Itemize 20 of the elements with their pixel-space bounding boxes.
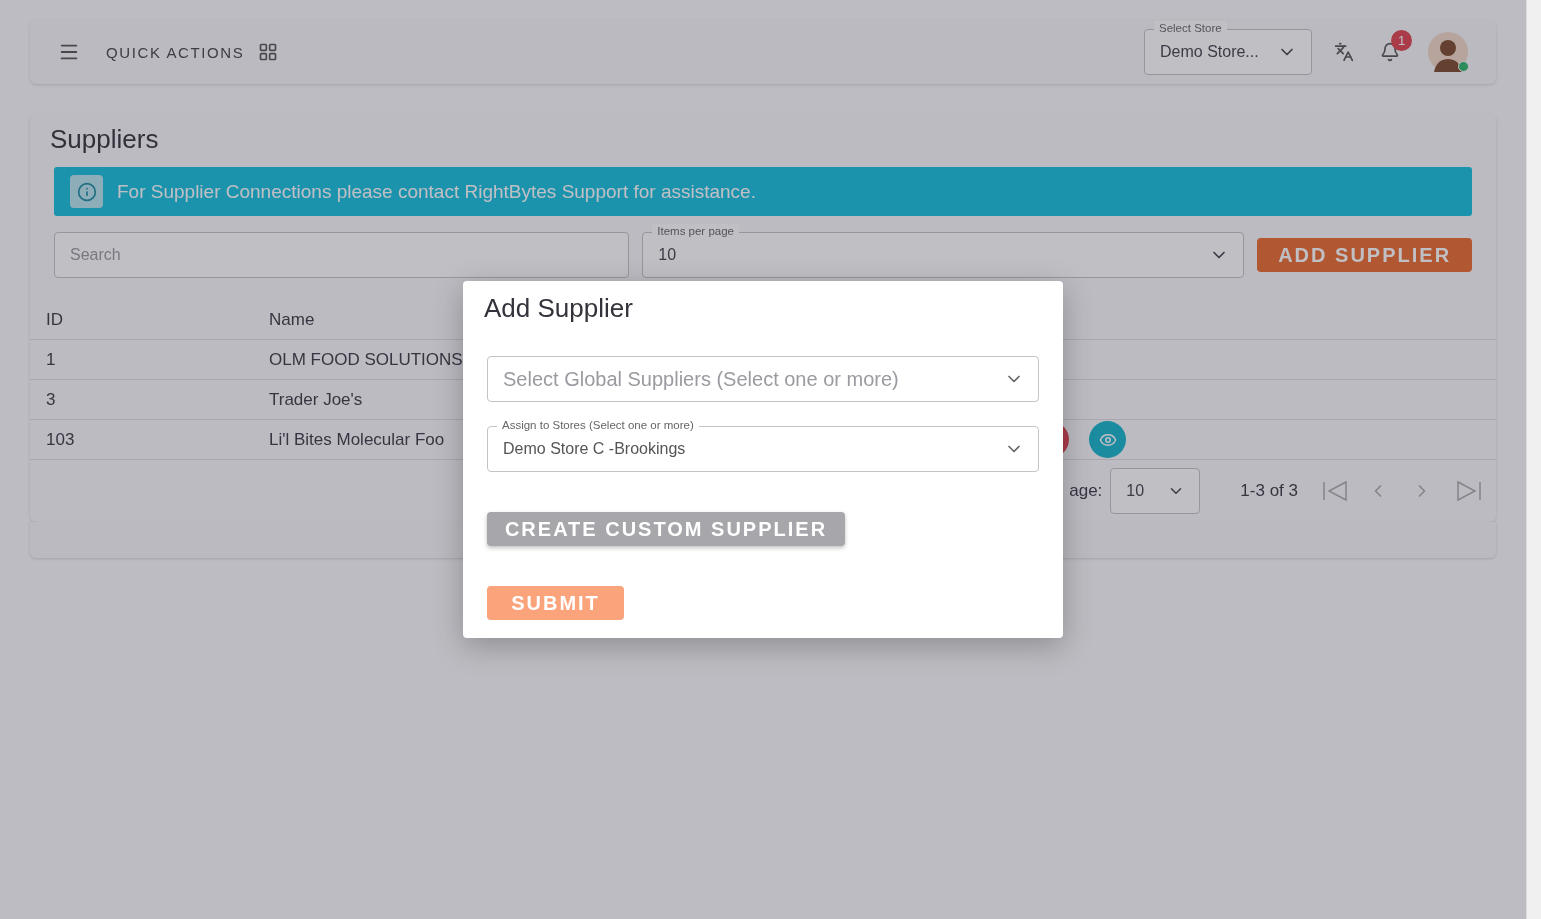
info-message: For Supplier Connections please contact RightBytes Support for assistance. [117,180,756,203]
dialog-title: Add Supplier [484,293,634,324]
rows-per-page-label: age: [1069,481,1103,501]
column-header: Name [269,309,315,330]
rows-per-page-select[interactable]: 10 [1110,468,1201,514]
quick-actions-label[interactable]: QUICK ACTIONS [106,43,245,61]
notification-badge: 1 [1391,30,1412,51]
table-cell: Li'l Bites Molecular Foo [269,429,445,450]
column-header: ID [46,309,63,330]
page-title: Suppliers [50,124,160,155]
search-field[interactable]: Search [54,232,630,278]
table-cell: OLM FOOD SOLUTIONS [269,349,463,370]
table-cell: 3 [46,389,56,410]
table-cell: 1 [46,349,56,370]
table-cell: Trader Joe's [269,389,363,410]
field-label: Select Store [1154,21,1227,35]
field-label: Assign to Stores (Select one or more) [497,418,699,432]
table-cell: 103 [46,429,75,450]
page-range: 1-3 of 3 [1240,481,1298,501]
field-label: Items per page [652,224,739,238]
